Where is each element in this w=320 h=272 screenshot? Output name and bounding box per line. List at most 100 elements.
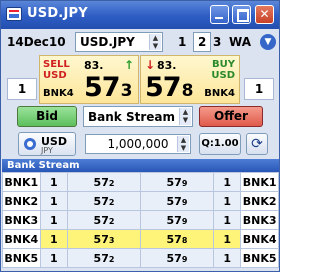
bid-button[interactable]: Bid: [17, 106, 77, 127]
wa-button[interactable]: WA: [229, 35, 251, 49]
offer-fraction: 9: [181, 197, 188, 207]
offer-price-cell[interactable]: 579: [139, 191, 214, 211]
sell-amount: 1: [7, 78, 37, 100]
buy-big-figure: 83.: [157, 59, 177, 72]
header-toolbar: 14Dec10 USD.JPY ▲ ▼ 1 2 3 WA ▼: [3, 31, 278, 53]
bid-pips: 57: [93, 175, 109, 189]
bid-price-cell[interactable]: 572: [67, 172, 141, 192]
bid-price-cell[interactable]: 572: [67, 210, 141, 230]
bid-price-cell[interactable]: 572: [67, 191, 141, 211]
table-row[interactable]: BNK3 1 572 579 1 BNK3: [2, 210, 279, 230]
offer-bank-cell: BNK5: [240, 248, 279, 268]
offer-fraction: 8: [181, 235, 188, 245]
offer-bank-cell: BNK2: [240, 191, 279, 211]
bid-fraction: 3: [108, 235, 115, 245]
currency-pair-value: USD.JPY: [80, 35, 135, 49]
quote-button[interactable]: Q:1.00: [199, 133, 241, 155]
bank-stream-table: BNK1 1 572 579 1 BNK1 BNK2 1 572 579 1 B…: [2, 172, 279, 268]
sell-pips: 573: [84, 74, 132, 105]
best-quote-panel: 1 SELL USD 83. ↑ BNK4 573 ↓ 83. BUY USD …: [3, 54, 278, 104]
sell-bank: BNK4: [43, 88, 74, 99]
bid-bank-cell: BNK4: [2, 229, 41, 249]
offer-price-cell[interactable]: 579: [139, 172, 214, 192]
amount-value: 1,000,000: [107, 137, 169, 151]
bid-amount-cell: 1: [39, 229, 69, 249]
buy-label-line1: BUY: [212, 59, 235, 70]
stream-type-select[interactable]: Bank Stream ▲ ▼: [83, 106, 193, 127]
currency-swap-icon: [24, 138, 36, 150]
view-1-button[interactable]: 1: [178, 35, 186, 49]
offer-bank-cell: BNK4: [240, 229, 279, 249]
offer-fraction: 9: [181, 254, 188, 264]
sell-pips-value: 57: [84, 72, 121, 103]
offer-pips: 57: [166, 232, 182, 246]
spin-arrows-icon[interactable]: ▲ ▼: [149, 34, 161, 50]
trade-date: 14Dec10: [7, 35, 66, 49]
title-bar[interactable]: USD.JPY ✕: [1, 1, 279, 29]
offer-price-cell[interactable]: 579: [139, 248, 214, 268]
offer-price-cell[interactable]: 579: [139, 210, 214, 230]
buy-bank: BNK4: [204, 88, 235, 99]
sell-label-line2: USD: [43, 70, 67, 81]
offer-pips: 57: [166, 194, 182, 208]
view-2-button[interactable]: 2: [193, 32, 212, 52]
maximize-button[interactable]: [232, 5, 251, 24]
stream-type-value: Bank Stream: [88, 110, 175, 124]
spin-arrows-icon[interactable]: ▲ ▼: [179, 108, 191, 125]
buy-pips-fraction: 8: [181, 81, 194, 101]
up-arrow-icon: ↑: [124, 58, 135, 72]
bid-pips: 57: [93, 213, 109, 227]
table-row[interactable]: BNK1 1 572 579 1 BNK1: [2, 172, 279, 192]
offer-pips: 57: [166, 213, 182, 227]
offer-fraction: 9: [181, 216, 188, 226]
bid-fraction: 2: [108, 254, 115, 264]
table-row[interactable]: BNK2 1 572 579 1 BNK2: [2, 191, 279, 211]
bid-pips: 57: [93, 251, 109, 265]
offer-amount-cell: 1: [212, 210, 242, 230]
offer-amount-cell: 1: [212, 229, 242, 249]
bid-fraction: 2: [108, 197, 115, 207]
bid-price-cell[interactable]: 573: [67, 229, 141, 249]
offer-fraction: 9: [181, 178, 188, 188]
bid-fraction: 2: [108, 216, 115, 226]
dealt-currency-button[interactable]: USD JPY: [18, 132, 76, 156]
offer-price-cell[interactable]: 578: [139, 229, 214, 249]
currency-pair-select[interactable]: USD.JPY ▲ ▼: [75, 32, 163, 52]
action-row: Bid Bank Stream ▲ ▼ Offer: [3, 105, 278, 129]
bid-bank-cell: BNK5: [2, 248, 41, 268]
buy-pips-value: 57: [145, 72, 182, 103]
minimize-button[interactable]: [210, 5, 229, 24]
sell-price-tile[interactable]: SELL USD 83. ↑ BNK4 573: [39, 55, 139, 104]
bid-fraction: 2: [108, 178, 115, 188]
buy-price-tile[interactable]: ↓ 83. BUY USD 578 BNK4: [140, 55, 240, 104]
bid-bank-cell: BNK1: [2, 172, 41, 192]
offer-pips: 57: [166, 251, 182, 265]
chevron-down-icon[interactable]: ▼: [260, 34, 276, 50]
buy-amount: 1: [244, 78, 274, 100]
bank-stream-header: Bank Stream: [2, 159, 279, 172]
bid-pips: 57: [93, 194, 109, 208]
best-price-row[interactable]: BNK4 1 573 578 1 BNK4: [2, 229, 279, 249]
close-button[interactable]: ✕: [255, 5, 274, 24]
sell-label-line1: SELL: [43, 59, 70, 70]
refresh-icon[interactable]: ⟳: [246, 133, 268, 155]
view-3-button[interactable]: 3: [213, 35, 221, 49]
window-title: USD.JPY: [27, 6, 88, 21]
spin-arrows-icon[interactable]: ▲ ▼: [177, 136, 189, 152]
table-row[interactable]: BNK5 1 572 579 1 BNK5: [2, 248, 279, 268]
sell-pips-fraction: 3: [120, 81, 133, 101]
bid-price-cell[interactable]: 572: [67, 248, 141, 268]
bid-amount-cell: 1: [39, 172, 69, 192]
buy-side-label: BUY USD: [211, 59, 235, 81]
offer-button[interactable]: Offer: [199, 106, 263, 127]
buy-label-line2: USD: [211, 70, 235, 81]
bid-bank-cell: BNK2: [2, 191, 41, 211]
amount-input[interactable]: 1,000,000 ▲ ▼: [85, 134, 191, 154]
down-arrow-icon: ↓: [145, 58, 156, 72]
deal-window: USD.JPY ✕ 14Dec10 USD.JPY ▲ ▼ 1 2 3 WA ▼ …: [0, 0, 280, 272]
counter-currency: JPY: [41, 146, 53, 155]
amount-row: USD JPY 1,000,000 ▲ ▼ Q:1.00 ⟳: [3, 131, 278, 157]
bid-amount-cell: 1: [39, 248, 69, 268]
offer-amount-cell: 1: [212, 191, 242, 211]
offer-pips: 57: [166, 175, 182, 189]
